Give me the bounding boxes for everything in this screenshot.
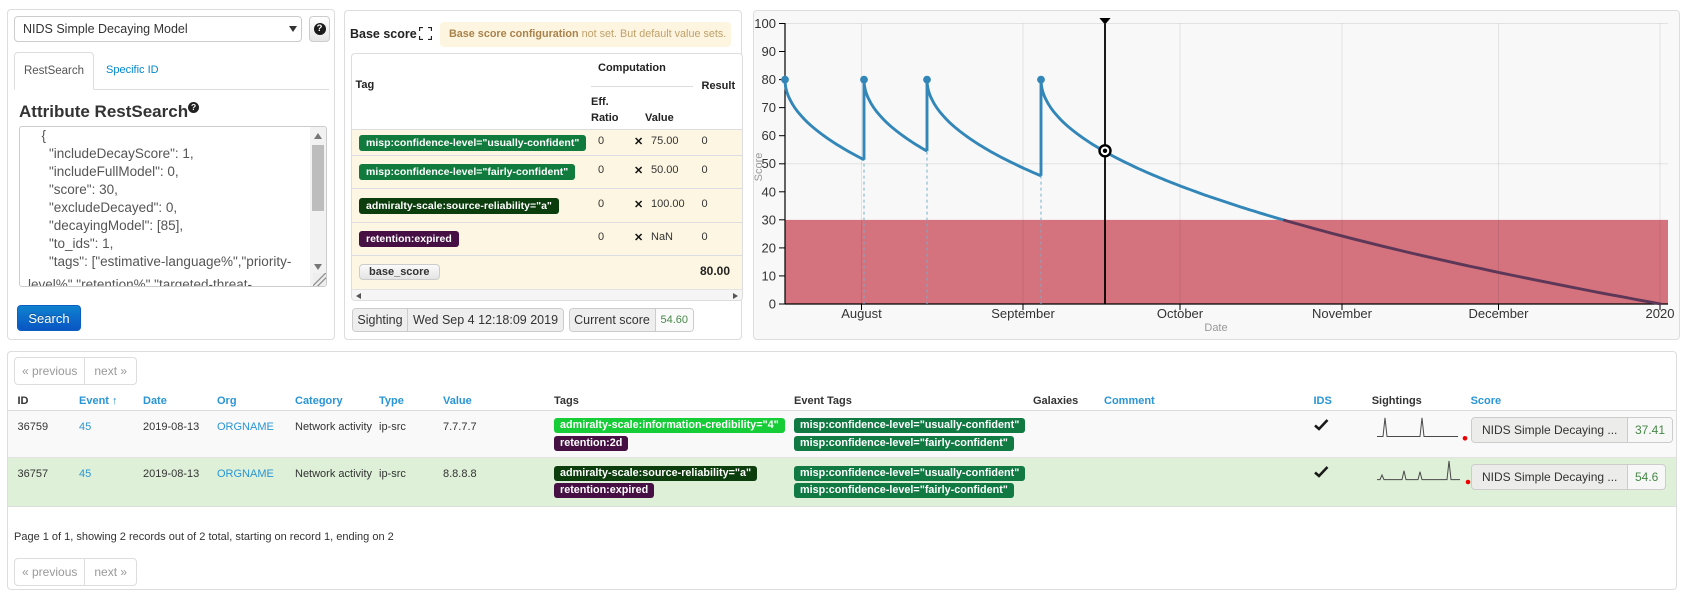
- svg-text:Score: Score: [754, 153, 765, 182]
- svg-text:0: 0: [769, 297, 776, 312]
- svg-text:20: 20: [762, 240, 776, 255]
- svg-text:September: September: [991, 306, 1055, 321]
- svg-text:November: November: [1312, 306, 1373, 321]
- svg-text:30: 30: [762, 212, 776, 227]
- svg-text:10: 10: [762, 268, 776, 283]
- svg-text:October: October: [1157, 306, 1204, 321]
- svg-text:100: 100: [754, 16, 776, 31]
- svg-text:90: 90: [762, 44, 776, 59]
- svg-text:December: December: [1469, 306, 1530, 321]
- svg-text:40: 40: [762, 184, 776, 199]
- svg-text:70: 70: [762, 100, 776, 115]
- svg-text:80: 80: [762, 72, 776, 87]
- svg-text:2020: 2020: [1646, 306, 1675, 321]
- svg-text:60: 60: [762, 128, 776, 143]
- svg-text:August: August: [841, 306, 882, 321]
- svg-text:Date: Date: [1204, 322, 1227, 334]
